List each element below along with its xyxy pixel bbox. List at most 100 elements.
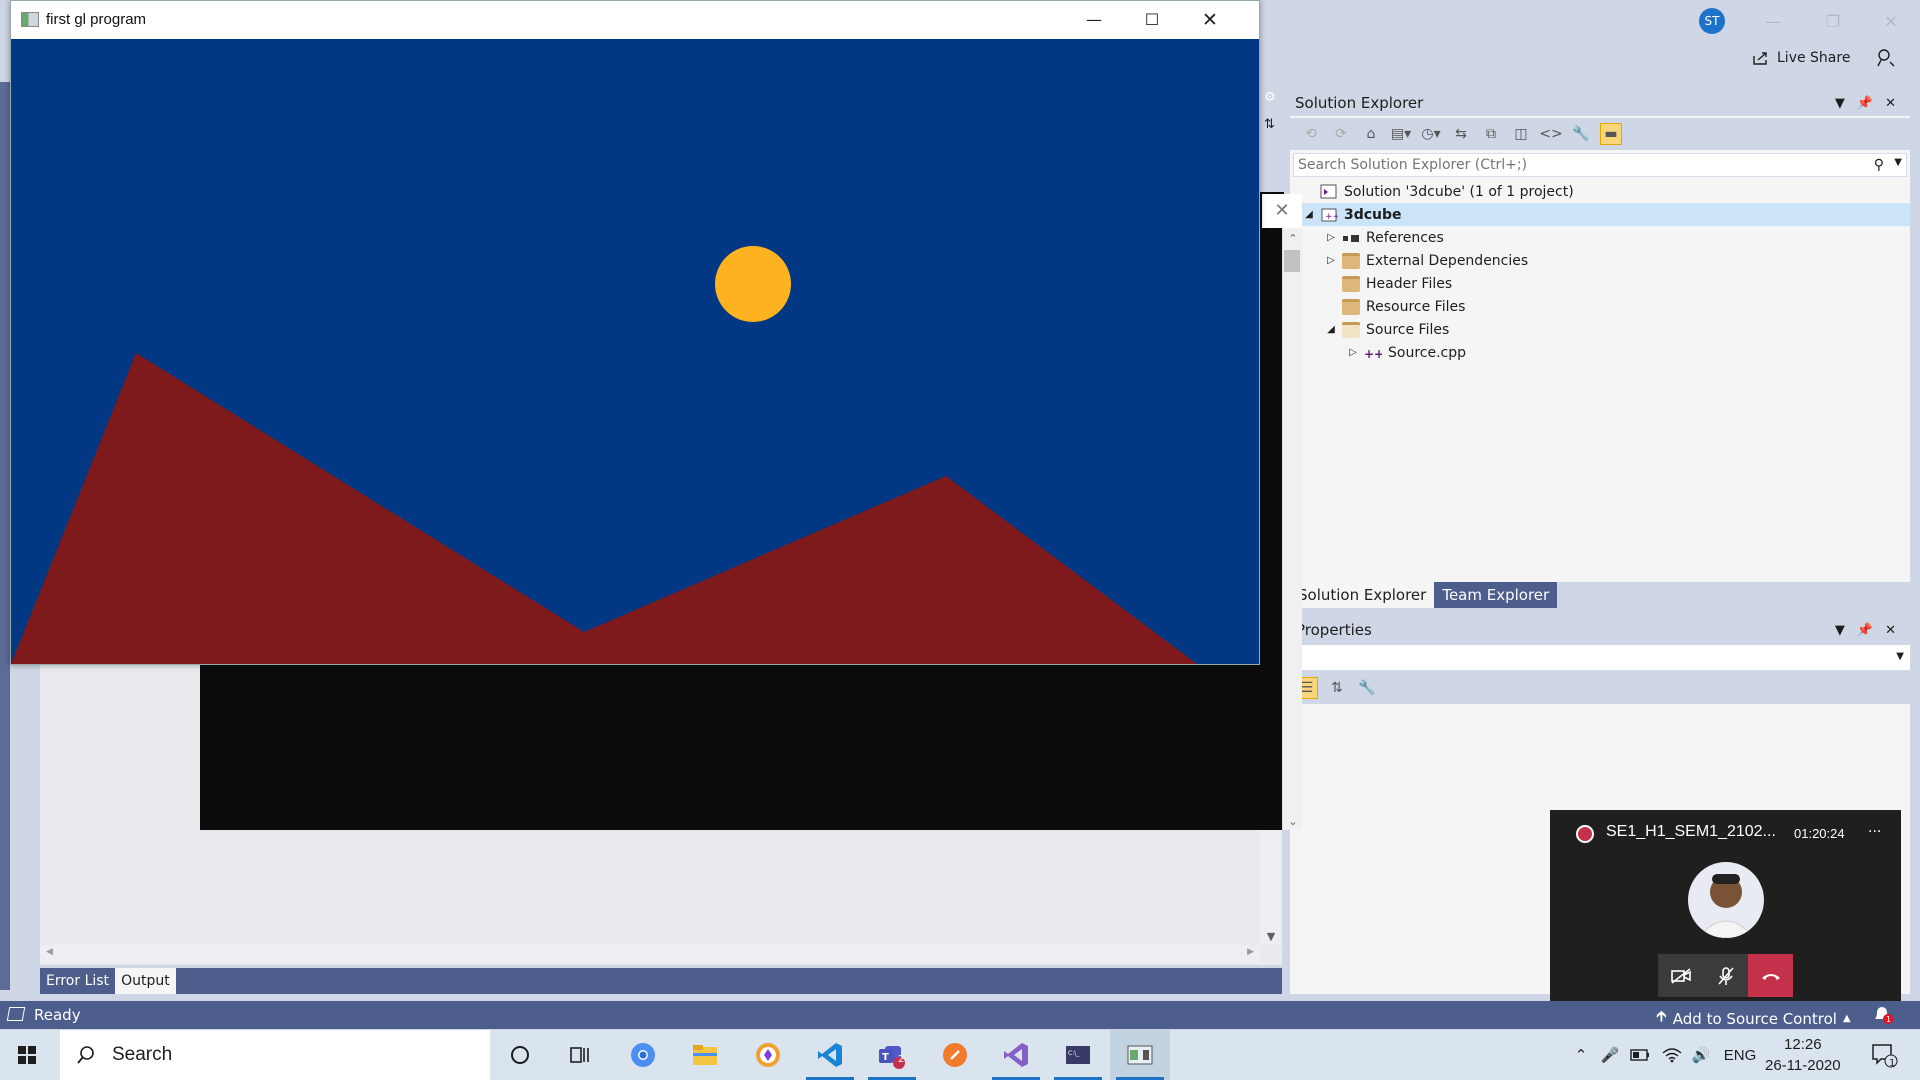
solution-explorer-search[interactable]: ⚲ ▼ [1293, 153, 1907, 177]
action-center-icon[interactable]: 1 [1866, 1030, 1902, 1080]
gear-icon[interactable]: ⚙ [1264, 90, 1276, 105]
search-input[interactable] [1298, 157, 1838, 173]
wifi-icon[interactable] [1658, 1030, 1686, 1080]
task-view-icon[interactable] [550, 1030, 610, 1080]
chevron-down-icon[interactable]: ▼ [1896, 651, 1904, 662]
account-avatar[interactable]: ST [1699, 8, 1725, 34]
vs-minimize-button[interactable]: — [1762, 12, 1784, 32]
feedback-icon[interactable] [1876, 48, 1896, 68]
tree-item-external-dependencies[interactable]: ▷ External Dependencies [1324, 249, 1528, 272]
scroll-left-arrow-icon[interactable]: ◀ [46, 947, 53, 957]
tab-error-list[interactable]: Error List [40, 968, 115, 994]
console-close-icon[interactable]: ✕ [1262, 194, 1302, 228]
dropdown-icon[interactable]: ▼ [1835, 623, 1845, 638]
tree-item-resource-files[interactable]: Resource Files [1324, 295, 1465, 318]
search-options-dropdown-icon[interactable]: ▼ [1894, 157, 1902, 168]
live-share-button[interactable]: Live Share [1752, 48, 1850, 68]
recording-icon [1576, 825, 1594, 843]
collapsed-arrow-icon[interactable]: ▷ [1346, 347, 1360, 358]
pin-icon[interactable]: 📌 [1857, 623, 1873, 638]
collapse-all-icon[interactable]: ⧉ [1480, 123, 1502, 145]
tree-item-references[interactable]: ▷ References [1324, 226, 1444, 249]
scroll-up-arrow-icon[interactable]: ⌃ [1283, 232, 1303, 245]
sync-icon[interactable]: ⇆ [1450, 123, 1472, 145]
collapsed-arrow-icon[interactable]: ▷ [1324, 232, 1338, 243]
search-icon[interactable]: ⚲ [1874, 157, 1884, 173]
tree-item-label: Resource Files [1366, 298, 1466, 315]
chrome-icon[interactable] [613, 1030, 673, 1080]
show-all-files-icon[interactable]: ◫ [1510, 123, 1532, 145]
vs-close-button[interactable]: ✕ [1880, 12, 1902, 32]
pending-changes-filter-icon[interactable]: ◷▾ [1420, 123, 1442, 145]
svg-text:++: ++ [1325, 212, 1338, 222]
close-icon[interactable]: ✕ [1885, 623, 1896, 638]
more-options-icon[interactable]: ... [1868, 820, 1881, 836]
maximize-button[interactable]: ☐ [1123, 1, 1181, 39]
output-horizontal-scrollbar[interactable]: ◀ ▶ [40, 945, 1260, 963]
scroll-down-arrow-icon[interactable]: ▼ [1261, 930, 1281, 943]
console-scroll-thumb[interactable] [1284, 250, 1300, 272]
teams-icon[interactable]: T 2 [862, 1030, 922, 1080]
properties-wrench-icon[interactable]: 🔧 [1570, 123, 1592, 145]
tab-output[interactable]: Output [115, 968, 176, 994]
collapsed-arrow-icon[interactable]: ▷ [1324, 255, 1338, 266]
switch-views-icon[interactable]: ▤▾ [1390, 123, 1412, 145]
panel-controls: ▼ 📌 ✕ [1835, 617, 1896, 643]
dropdown-icon[interactable]: ▼ [1835, 96, 1845, 111]
tree-item-header-files[interactable]: Header Files [1324, 272, 1452, 295]
gl-program-taskbar-icon[interactable] [1110, 1030, 1170, 1080]
hang-up-icon[interactable] [1748, 954, 1793, 997]
vscode-icon[interactable] [800, 1030, 860, 1080]
taskbar-clock[interactable]: 12:26 26-11-2020 [1765, 1034, 1841, 1076]
pin-icon[interactable]: 📌 [1857, 96, 1873, 111]
tree-item-label: References [1366, 229, 1444, 246]
volume-icon[interactable]: 🔊 [1688, 1030, 1714, 1080]
gl-window-title-bar[interactable]: first gl program — ☐ ✕ [11, 1, 1259, 39]
tab-team-explorer[interactable]: Team Explorer [1434, 582, 1558, 608]
input-language[interactable]: ENG [1720, 1030, 1760, 1080]
windows-start-icon[interactable] [12, 1040, 42, 1070]
console-scrollbar[interactable]: ⌃ ⌄ [1282, 228, 1302, 830]
console-app-icon[interactable]: C:\_ [1048, 1030, 1108, 1080]
scroll-right-arrow-icon[interactable]: ▶ [1247, 947, 1254, 957]
tree-item-source-cpp[interactable]: ▷ ++ Source.cpp [1346, 341, 1466, 364]
tab-solution-explorer[interactable]: Solution Explorer [1290, 582, 1435, 608]
search-icon [77, 1046, 94, 1064]
tree-item-source-files[interactable]: ◢ Source Files [1324, 318, 1449, 341]
add-to-source-control-button[interactable]: 🡱 Add to Source Control ▲ [1656, 1006, 1851, 1031]
scroll-down-arrow-icon[interactable]: ⌄ [1283, 815, 1303, 828]
sublime-compass-icon[interactable] [925, 1030, 985, 1080]
show-hidden-icons-chevron-icon[interactable]: ⌃ [1568, 1030, 1594, 1080]
tree-item-project[interactable]: ◢ ++ 3dcube [1290, 203, 1910, 226]
property-pages-wrench-icon[interactable]: 🔧 [1356, 677, 1378, 699]
meeting-call-widget[interactable]: SE1_H1_SEM1_2102... 01:20:24 ... [1550, 810, 1901, 1010]
home-icon[interactable]: ⌂ [1360, 123, 1382, 145]
gl-window[interactable]: first gl program — ☐ ✕ [10, 0, 1260, 665]
back-icon[interactable]: ⟲ [1300, 123, 1322, 145]
taskbar-search-box[interactable]: Search [60, 1030, 490, 1080]
view-code-icon[interactable]: <> [1539, 123, 1562, 145]
file-explorer-icon[interactable] [675, 1030, 735, 1080]
vs-restore-button[interactable]: ❐ [1822, 12, 1844, 32]
microphone-icon[interactable]: 🎤 [1598, 1030, 1622, 1080]
split-icon[interactable]: ⇅ [1264, 117, 1275, 132]
camera-off-icon[interactable] [1658, 954, 1703, 997]
mic-off-icon[interactable] [1703, 954, 1748, 997]
tree-item-solution[interactable]: Solution '3dcube' (1 of 1 project) [1302, 180, 1574, 203]
brave-browser-icon[interactable] [738, 1030, 798, 1080]
expanded-arrow-icon[interactable]: ◢ [1302, 209, 1316, 220]
visual-studio-icon[interactable] [986, 1030, 1046, 1080]
close-icon[interactable]: ✕ [1885, 96, 1896, 111]
minimize-button[interactable]: — [1065, 1, 1123, 39]
tree-item-label: 3dcube [1344, 206, 1402, 223]
expanded-arrow-icon[interactable]: ◢ [1324, 324, 1338, 335]
cortana-icon[interactable] [490, 1030, 550, 1080]
sun-shape [715, 246, 791, 322]
properties-object-selector[interactable]: ▼ [1290, 645, 1910, 671]
preview-selected-icon[interactable]: ▬ [1600, 123, 1622, 145]
alphabetical-icon[interactable]: ⇅ [1326, 677, 1348, 699]
forward-icon[interactable]: ⟳ [1330, 123, 1352, 145]
battery-icon[interactable] [1626, 1030, 1654, 1080]
close-button[interactable]: ✕ [1181, 1, 1239, 39]
notification-bell-icon[interactable]: 1 [1870, 1005, 1894, 1025]
